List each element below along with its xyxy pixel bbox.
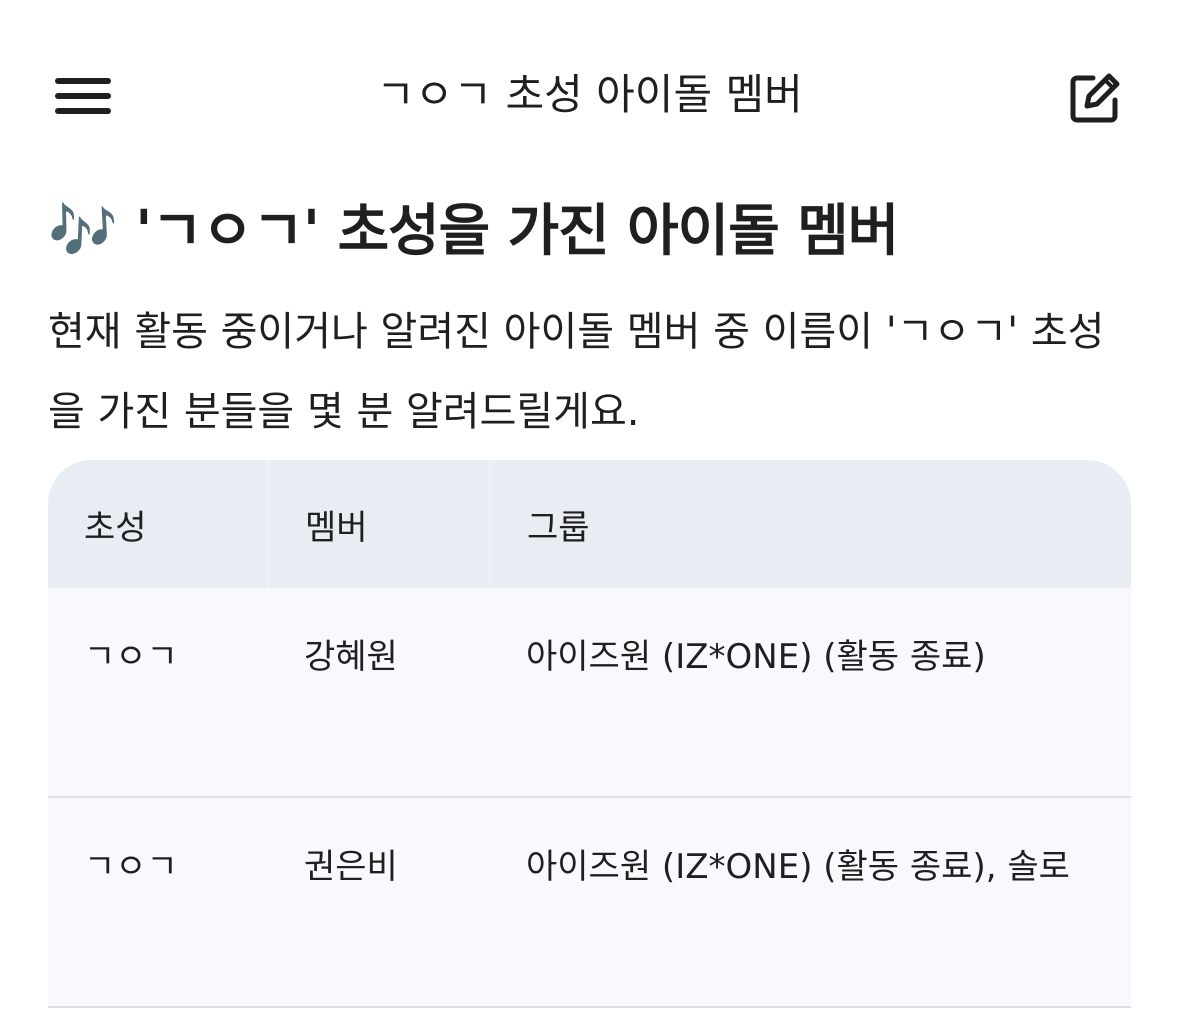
table-header-row: 초성 멤버 그룹 [48, 460, 1131, 588]
edit-square-pencil-icon [1070, 73, 1120, 123]
cell-member: 강혜원 [268, 588, 490, 798]
table-row: ㄱㅇㄱ 강혜원 아이즈원 (IZ*ONE) (활동 종료) [48, 588, 1131, 798]
member-table-grid: 초성 멤버 그룹 ㄱㅇㄱ 강혜원 아이즈원 (IZ*ONE) (활동 종료) ㄱ… [48, 460, 1131, 1008]
cell-member: 권은비 [268, 797, 490, 1008]
response-heading: 🎶 'ㄱㅇㄱ' 초성을 가진 아이돌 멤버 [48, 199, 899, 264]
new-chat-button[interactable] [1055, 58, 1135, 138]
top-app-bar: ㄱㅇㄱ 초성 아이돌 멤버 [0, 0, 1179, 190]
response-content: 🎶 'ㄱㅇㄱ' 초성을 가진 아이돌 멤버 현재 활동 중이거나 알려진 아이돌… [48, 190, 1131, 452]
conversation-title: ㄱㅇㄱ 초성 아이돌 멤버 [376, 70, 803, 119]
cell-group: 아이즈원 (IZ*ONE) (활동 종료) [490, 588, 1131, 798]
table-row: ㄱㅇㄱ 권은비 아이즈원 (IZ*ONE) (활동 종료), 솔로 [48, 797, 1131, 1008]
column-header-group: 그룹 [489, 460, 1131, 588]
cell-initials: ㄱㅇㄱ [48, 797, 268, 1008]
response-intro-paragraph: 현재 활동 중이거나 알려진 아이돌 멤버 중 이름이 'ㄱㅇㄱ' 초성을 가진… [48, 309, 1105, 435]
column-header-initials: 초성 [48, 460, 268, 588]
app-screen: ㄱㅇㄱ 초성 아이돌 멤버 🎶 'ㄱㅇㄱ' 초성을 가진 아이돌 멤버 현재 활… [0, 0, 1179, 1017]
cell-initials: ㄱㅇㄱ [48, 588, 268, 798]
column-header-member: 멤버 [267, 460, 490, 588]
cell-group: 아이즈원 (IZ*ONE) (활동 종료), 솔로 [490, 797, 1131, 1008]
member-table: 초성 멤버 그룹 ㄱㅇㄱ 강혜원 아이즈원 (IZ*ONE) (활동 종료) ㄱ… [48, 460, 1131, 1008]
